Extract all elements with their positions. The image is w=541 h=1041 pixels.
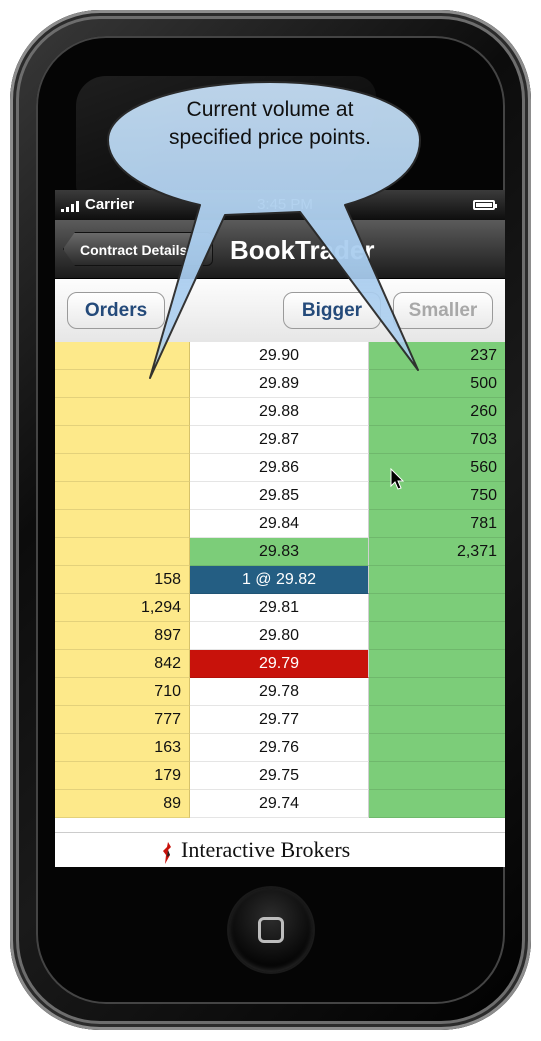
book-row[interactable]: 29.88 260 bbox=[55, 398, 505, 426]
app-screen: Carrier 3:45 PM Contract Details BookTra… bbox=[55, 190, 505, 867]
price-cell[interactable]: 1 @ 29.82 bbox=[190, 566, 369, 594]
callout-line-2: specified price points. bbox=[169, 126, 371, 149]
book-row[interactable]: 842 29.79 bbox=[55, 650, 505, 678]
book-row[interactable]: 29.84 781 bbox=[55, 510, 505, 538]
price-cell[interactable]: 29.85 bbox=[190, 482, 369, 510]
ask-size-cell[interactable] bbox=[369, 622, 505, 650]
status-bar: Carrier 3:45 PM bbox=[55, 190, 505, 220]
bid-size-cell[interactable]: 897 bbox=[55, 622, 190, 650]
ask-size-cell[interactable] bbox=[369, 566, 505, 594]
ask-size-cell[interactable]: 703 bbox=[369, 426, 505, 454]
callout-text: Current volume at specified price points… bbox=[130, 96, 410, 152]
price-cell[interactable]: 29.74 bbox=[190, 790, 369, 818]
ask-size-cell[interactable]: 237 bbox=[369, 342, 505, 370]
price-cell[interactable]: 29.80 bbox=[190, 622, 369, 650]
bid-size-cell[interactable]: 179 bbox=[55, 762, 190, 790]
bid-size-cell[interactable] bbox=[55, 398, 190, 426]
ask-size-cell[interactable]: 781 bbox=[369, 510, 505, 538]
ask-size-cell[interactable] bbox=[369, 706, 505, 734]
ask-size-cell[interactable] bbox=[369, 594, 505, 622]
price-cell[interactable]: 29.77 bbox=[190, 706, 369, 734]
book-row[interactable]: 29.83 2,371 bbox=[55, 538, 505, 566]
ask-size-cell[interactable]: 500 bbox=[369, 370, 505, 398]
ask-size-cell[interactable]: 2,371 bbox=[369, 538, 505, 566]
ask-size-cell[interactable] bbox=[369, 650, 505, 678]
price-cell[interactable]: 29.89 bbox=[190, 370, 369, 398]
bid-size-cell[interactable]: 777 bbox=[55, 706, 190, 734]
bid-size-cell[interactable] bbox=[55, 342, 190, 370]
ib-logo-icon bbox=[163, 842, 171, 864]
smaller-button[interactable]: Smaller bbox=[393, 292, 493, 329]
bid-size-cell[interactable] bbox=[55, 538, 190, 566]
bid-size-cell[interactable] bbox=[55, 510, 190, 538]
order-book: 29.90 237 29.89 500 29.88 260 29.87 703 29.86 560… bbox=[55, 342, 505, 832]
bid-size-cell[interactable]: 710 bbox=[55, 678, 190, 706]
status-time: 3:45 PM bbox=[257, 196, 313, 213]
bid-size-cell[interactable]: 158 bbox=[55, 566, 190, 594]
cursor-icon bbox=[390, 468, 405, 490]
ask-size-cell[interactable] bbox=[369, 790, 505, 818]
book-row[interactable]: 29.87 703 bbox=[55, 426, 505, 454]
price-cell[interactable]: 29.79 bbox=[190, 650, 369, 678]
price-cell[interactable]: 29.78 bbox=[190, 678, 369, 706]
price-cell[interactable]: 29.83 bbox=[190, 538, 369, 566]
battery-icon bbox=[473, 200, 497, 210]
book-row[interactable]: 89 29.74 bbox=[55, 790, 505, 818]
callout-line-1: Current volume at bbox=[186, 98, 354, 121]
book-row[interactable]: 710 29.78 bbox=[55, 678, 505, 706]
bid-size-cell[interactable] bbox=[55, 482, 190, 510]
book-row[interactable]: 29.90 237 bbox=[55, 342, 505, 370]
carrier-label: Carrier bbox=[85, 196, 135, 213]
price-cell[interactable]: 29.81 bbox=[190, 594, 369, 622]
book-row[interactable]: 163 29.76 bbox=[55, 734, 505, 762]
book-row[interactable]: 777 29.77 bbox=[55, 706, 505, 734]
signal-icon bbox=[61, 200, 85, 212]
book-row[interactable]: 897 29.80 bbox=[55, 622, 505, 650]
book-row[interactable]: 29.86 560 bbox=[55, 454, 505, 482]
price-cell[interactable]: 29.88 bbox=[190, 398, 369, 426]
ask-size-cell[interactable] bbox=[369, 762, 505, 790]
bid-size-cell[interactable]: 89 bbox=[55, 790, 190, 818]
book-row[interactable]: 29.89 500 bbox=[55, 370, 505, 398]
orders-button[interactable]: Orders bbox=[67, 292, 165, 329]
page-title: BookTrader bbox=[230, 235, 375, 265]
bigger-button[interactable]: Bigger bbox=[283, 292, 381, 329]
bid-size-cell[interactable]: 1,294 bbox=[55, 594, 190, 622]
book-row[interactable]: 179 29.75 bbox=[55, 762, 505, 790]
price-cell[interactable]: 29.87 bbox=[190, 426, 369, 454]
bid-size-cell[interactable] bbox=[55, 426, 190, 454]
toolbar: Orders Bigger Smaller bbox=[55, 279, 505, 343]
price-cell[interactable]: 29.75 bbox=[190, 762, 369, 790]
book-row[interactable]: 158 1 @ 29.82 bbox=[55, 566, 505, 594]
bid-size-cell[interactable]: 163 bbox=[55, 734, 190, 762]
brand-footer: Interactive Brokers bbox=[55, 832, 505, 867]
home-button[interactable] bbox=[229, 888, 313, 972]
navigation-bar: Contract Details BookTrader bbox=[55, 220, 505, 279]
home-button-icon bbox=[258, 917, 284, 943]
price-cell[interactable]: 29.86 bbox=[190, 454, 369, 482]
brand-name: Interactive Brokers bbox=[181, 837, 351, 862]
ask-size-cell[interactable]: 260 bbox=[369, 398, 505, 426]
bid-size-cell[interactable] bbox=[55, 370, 190, 398]
book-row[interactable]: 29.85 750 bbox=[55, 482, 505, 510]
bid-size-cell[interactable] bbox=[55, 454, 190, 482]
price-cell[interactable]: 29.76 bbox=[190, 734, 369, 762]
ask-size-cell[interactable] bbox=[369, 734, 505, 762]
ask-size-cell[interactable] bbox=[369, 678, 505, 706]
back-button[interactable]: Contract Details bbox=[63, 232, 213, 266]
price-cell[interactable]: 29.84 bbox=[190, 510, 369, 538]
price-cell[interactable]: 29.90 bbox=[190, 342, 369, 370]
book-row[interactable]: 1,294 29.81 bbox=[55, 594, 505, 622]
bid-size-cell[interactable]: 842 bbox=[55, 650, 190, 678]
